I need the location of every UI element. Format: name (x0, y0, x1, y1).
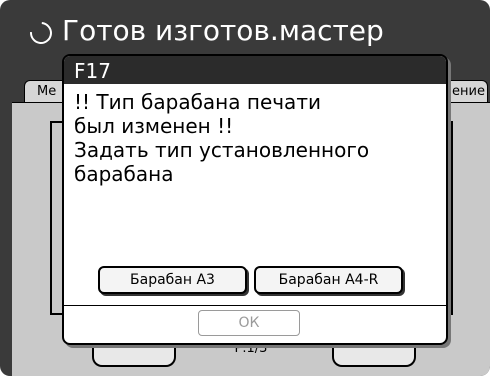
error-dialog: F17 !! Тип барабана печати был изменен !… (62, 54, 448, 345)
message-line: был изменен !! (74, 114, 234, 138)
dialog-header: F17 (64, 56, 446, 84)
message-line: барабана (74, 162, 174, 186)
message-line: !! Тип барабана печати (74, 90, 321, 114)
device-screen: Готов изготов.мастер Ме ение Р.1/3 F17 !… (0, 0, 490, 376)
message-line: Задать тип установленного (74, 138, 370, 162)
dialog-divider (64, 305, 446, 306)
dialog-message: !! Тип барабана печати был изменен !! За… (74, 90, 439, 186)
drum-a4r-button[interactable]: Барабан А4-R (254, 266, 403, 294)
ok-button[interactable]: ОК (198, 310, 300, 336)
busy-ring-icon (25, 17, 57, 49)
error-code: F17 (74, 59, 111, 83)
screen-title: Готов изготов.мастер (62, 14, 384, 47)
drum-a3-button[interactable]: Барабан А3 (98, 266, 247, 294)
title-bar: Готов изготов.мастер (0, 0, 490, 60)
